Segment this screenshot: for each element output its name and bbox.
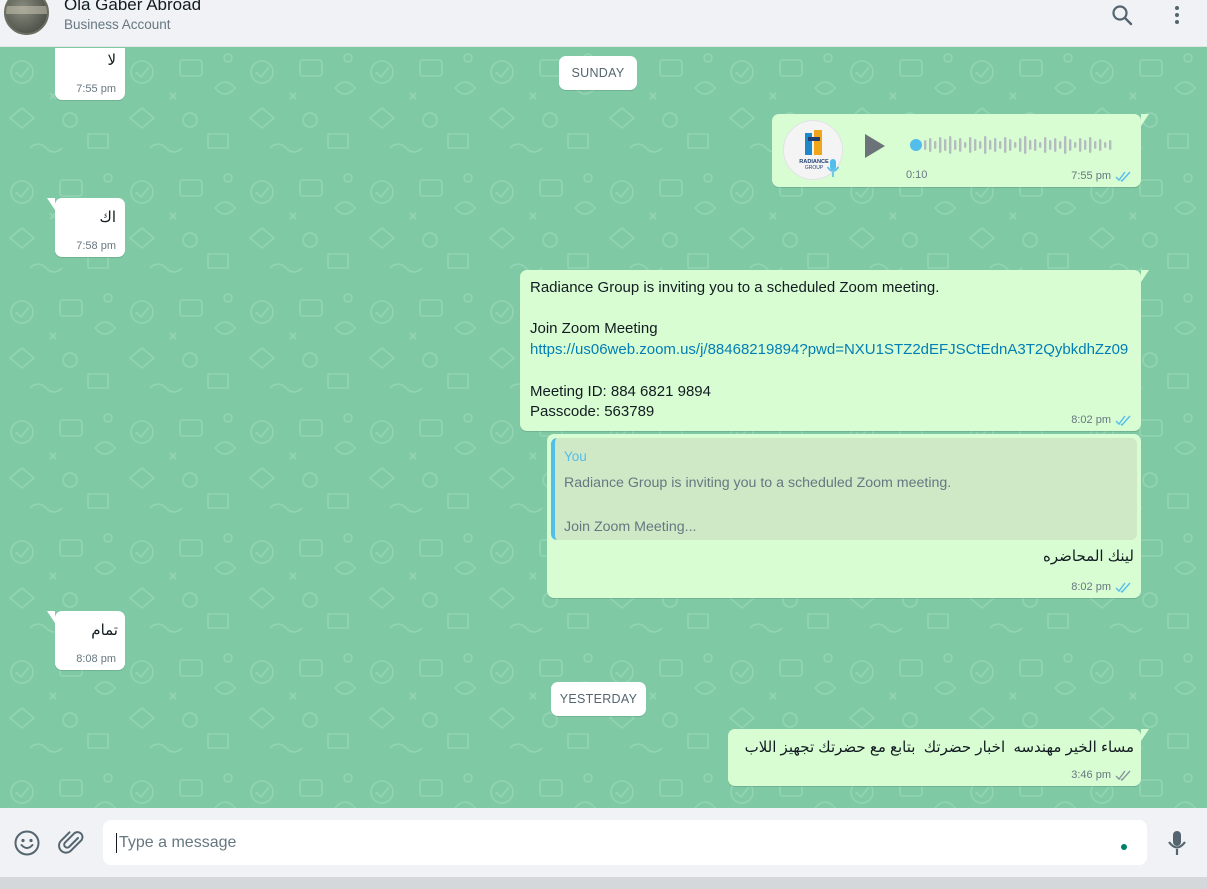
date-separator: SUNDAY [559, 56, 637, 90]
quoted-message[interactable]: You Radiance Group is inviting you to a … [551, 438, 1137, 540]
bubble-tail [47, 611, 55, 623]
message-text: Radiance Group is inviting you to a sche… [530, 278, 1128, 423]
message-meta: 8:02 pm [1071, 581, 1132, 593]
read-ticks-icon [1115, 582, 1131, 593]
microphone-badge-icon [826, 159, 840, 177]
contact-subtitle: Business Account [64, 17, 171, 32]
svg-text:GROUP: GROUP [805, 165, 824, 171]
message-time: 7:55 pm [76, 83, 116, 95]
message-time: 8:08 pm [76, 653, 116, 665]
zoom-invite-line: Radiance Group is inviting you to a sche… [530, 279, 940, 296]
voice-duration: 0:10 [906, 169, 928, 181]
message-composer [0, 808, 1207, 889]
kebab-menu-icon[interactable] [1165, 3, 1189, 27]
message-meta: 3:46 pm [1071, 769, 1132, 781]
play-icon[interactable] [863, 133, 887, 159]
contact-avatar[interactable] [4, 0, 49, 35]
message-time: 8:02 pm [1071, 581, 1111, 593]
message-outgoing[interactable]: Radiance Group is inviting you to a sche… [520, 270, 1149, 431]
message-text: اك [99, 209, 116, 226]
delivered-ticks-icon [1115, 770, 1131, 781]
message-meta: 8:02 pm [1071, 414, 1132, 426]
message-text: تمام [91, 622, 118, 639]
message-input[interactable] [103, 820, 1147, 865]
message-incoming[interactable]: اك 7:58 pm [47, 198, 125, 257]
message-time: 7:58 pm [76, 240, 116, 252]
zoom-passcode: Passcode: 563789 [530, 403, 655, 421]
chat-area: لا 7:55 pm SUNDAY RADIANCE GROUP 0:10 7:… [0, 48, 1207, 808]
emoji-icon[interactable] [13, 829, 41, 857]
bubble-tail [1141, 270, 1149, 282]
voice-waveform[interactable] [909, 134, 1119, 156]
message-meta: 8:08 pm [76, 653, 116, 665]
message-meta: 7:55 pm [76, 83, 116, 95]
status-dot [1121, 844, 1127, 850]
voice-message[interactable]: RADIANCE GROUP 0:10 7:55 pm [772, 114, 1149, 187]
zoom-join-label: Join Zoom Meeting [530, 320, 658, 338]
message-meta: 7:55 pm [1071, 170, 1132, 182]
message-text: لينك المحاضره [1043, 548, 1134, 565]
quote-line: Radiance Group is inviting you to a sche… [564, 475, 952, 491]
quote-author: You [564, 449, 587, 464]
paperclip-icon[interactable] [58, 829, 86, 857]
message-time: 7:55 pm [1071, 170, 1111, 182]
bubble-tail [1141, 729, 1149, 741]
quote-text: Radiance Group is inviting you to a sche… [564, 472, 951, 538]
message-time: 8:02 pm [1071, 414, 1111, 426]
message-incoming[interactable]: تمام 8:08 pm [47, 611, 125, 670]
message-incoming[interactable]: لا 7:55 pm [55, 48, 125, 100]
quote-line: Join Zoom Meeting... [564, 519, 697, 535]
search-icon[interactable] [1110, 3, 1134, 27]
message-text: لا [107, 52, 116, 69]
read-ticks-icon [1115, 171, 1131, 182]
bubble-tail [1141, 114, 1149, 126]
zoom-meeting-link[interactable]: https://us06web.zoom.us/j/88468219894?pw… [530, 341, 1128, 358]
zoom-meeting-id: Meeting ID: 884 6821 9894 [530, 382, 711, 400]
bottom-strip [0, 877, 1207, 889]
read-ticks-icon [1115, 415, 1131, 426]
date-separator: YESTERDAY [551, 682, 646, 716]
message-outgoing[interactable]: مساء الخير مهندسه اخبار حضرتك بتابع مع ح… [728, 729, 1149, 786]
chat-header: Ola Gaber Abroad Business Account [0, 0, 1207, 47]
microphone-icon[interactable] [1163, 829, 1191, 857]
contact-name[interactable]: Ola Gaber Abroad [64, 0, 201, 15]
text-cursor [116, 833, 117, 853]
message-text: مساء الخير مهندسه اخبار حضرتك بتابع مع ح… [744, 739, 1134, 756]
message-time: 3:46 pm [1071, 769, 1111, 781]
message-outgoing-reply[interactable]: You Radiance Group is inviting you to a … [547, 434, 1141, 598]
message-meta: 7:58 pm [76, 240, 116, 252]
bubble-tail [47, 198, 55, 210]
